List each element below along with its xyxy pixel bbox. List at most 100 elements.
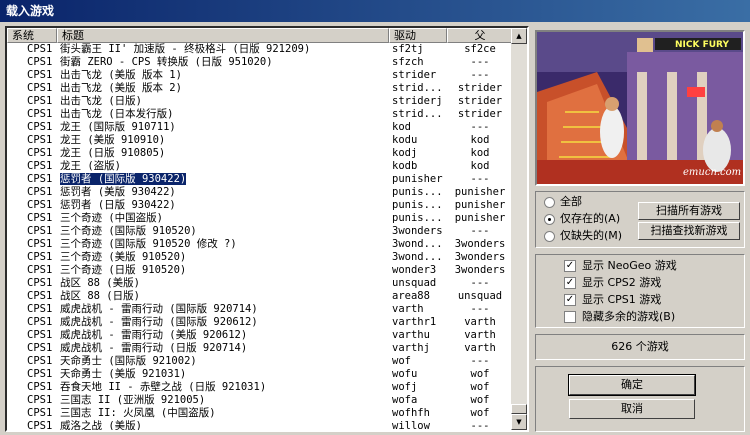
table-row[interactable]: CPS1 威虎战机 - 雷雨行动 (国际版 920714) varth --- <box>7 303 513 316</box>
cancel-button[interactable]: 取消 <box>569 399 695 419</box>
table-row[interactable]: CPS1 龙王 (国际版 910711) kod --- <box>7 121 513 134</box>
scan-all-button[interactable]: 扫描所有游戏 <box>638 202 740 220</box>
vertical-scrollbar[interactable]: ▲ ▼ <box>511 28 527 430</box>
table-row[interactable]: CPS1 战区 88 (美版) unsquad --- <box>7 277 513 290</box>
table-row[interactable]: CPS1 威虎战机 - 雷雨行动 (日版 920714) varthj varth <box>7 342 513 355</box>
table-row[interactable]: CPS1 天命勇士 (国际版 921002) wof --- <box>7 355 513 368</box>
column-header-parent[interactable]: 父 <box>447 28 513 43</box>
cell-parent-text: kod <box>470 160 490 172</box>
cell-system: CPS1 <box>7 407 57 420</box>
table-row[interactable]: CPS1 龙王 (美版 910910) kodu kod <box>7 134 513 147</box>
table-row[interactable]: CPS1 三国志 II (亚洲版 921005) wofa wof <box>7 394 513 407</box>
cell-parent: varth <box>447 316 513 329</box>
check-icon[interactable]: ✓ <box>564 294 576 306</box>
checkbox-cps1[interactable]: ✓ 显示 CPS1 游戏 <box>564 292 661 308</box>
checkbox-cps2[interactable]: ✓ 显示 CPS2 游戏 <box>564 275 661 291</box>
table-row[interactable]: CPS1 街霸 ZERO - CPS 转换版 (日版 951020) sfzch --… <box>7 56 513 69</box>
table-row[interactable]: CPS1 天命勇士 (美版 921031) wofu wof <box>7 368 513 381</box>
cell-driver-text: wofhfh <box>392 407 430 419</box>
table-row[interactable]: CPS1 威洛之战 (美版) willow --- <box>7 420 513 432</box>
cell-system: CPS1 <box>7 277 57 290</box>
table-row[interactable]: CPS1 出击飞龙 (美版 版本 2) strid... strider <box>7 82 513 95</box>
radio-all-icon[interactable] <box>544 196 555 208</box>
table-row[interactable]: CPS1 街头霸王 II' 加速版 - 终极格斗 (日版 921209) sf2tj… <box>7 43 513 56</box>
cell-driver-text: varthj <box>392 342 430 354</box>
table-row[interactable]: CPS1 三个奇迹 (中国盗版) punis... punisher <box>7 212 513 225</box>
cell-driver: kodu <box>389 134 447 147</box>
radio-existing-icon[interactable] <box>544 213 555 225</box>
cell-parent-text: wof <box>470 394 490 406</box>
radio-all[interactable]: 全部 <box>544 194 582 210</box>
cell-system-text: CPS1 <box>27 212 53 224</box>
check-icon[interactable]: ✓ <box>564 260 576 272</box>
cell-title-text: 出击飞龙 (日版) <box>60 95 142 107</box>
cell-parent-text: --- <box>470 420 490 432</box>
cell-title: 出击飞龙 (美版 版本 1) <box>57 69 389 82</box>
table-row[interactable]: CPS1 三个奇迹 (美版 910520) 3wond... 3wonders <box>7 251 513 264</box>
cell-driver: area88 <box>389 290 447 303</box>
table-row[interactable]: CPS1 出击飞龙 (日本发行版) strid... strider <box>7 108 513 121</box>
cell-driver-text: area88 <box>392 290 430 302</box>
cell-driver-text: kodu <box>392 134 418 146</box>
column-header-driver[interactable]: 驱动 <box>389 28 447 43</box>
table-row[interactable]: CPS1 惩罚者 (美版 930422) punis... punisher <box>7 186 513 199</box>
table-row[interactable]: CPS1 三个奇迹 (国际版 910520 修改 ?) 3wond... 3wonde… <box>7 238 513 251</box>
cell-parent-text: strider <box>457 108 503 120</box>
table-row[interactable]: CPS1 惩罚者 (日版 930422) punis... punisher <box>7 199 513 212</box>
table-row[interactable]: CPS1 威虎战机 - 雷雨行动 (国际版 920612) varthr1 varth <box>7 316 513 329</box>
scroll-up-arrow-icon[interactable]: ▲ <box>511 28 527 44</box>
checkbox-neogeo[interactable]: ✓ 显示 NeoGeo 游戏 <box>564 258 677 274</box>
game-list[interactable]: 系统 标题 驱动 父 CPS1 街头霸王 II' 加速版 - 终极格斗 (日版 9… <box>5 26 529 432</box>
column-header-title[interactable]: 标题 <box>57 28 389 43</box>
cell-parent: kod <box>447 134 513 147</box>
action-buttons-group: 确定 取消 <box>535 366 745 432</box>
cell-title-text: 出击飞龙 (美版 版本 1) <box>60 69 182 81</box>
window-titlebar[interactable]: 载入游戏 <box>0 0 750 22</box>
ok-button[interactable]: 确定 <box>568 374 696 396</box>
radio-existing[interactable]: 仅存在的(A) <box>544 211 620 227</box>
table-row[interactable]: CPS1 吞食天地 II - 赤壁之战 (日版 921031) wofj wof <box>7 381 513 394</box>
radio-missing[interactable]: 仅缺失的(M) <box>544 228 622 244</box>
cell-system: CPS1 <box>7 95 57 108</box>
table-row[interactable]: CPS1 三个奇迹 (国际版 910520) 3wonders --- <box>7 225 513 238</box>
scan-new-button[interactable]: 扫描查找新游戏 <box>638 222 740 240</box>
checkbox-hide-clones[interactable]: 隐藏多余的游戏(B) <box>564 309 675 325</box>
table-row[interactable]: CPS1 龙王 (盗版) kodb kod <box>7 160 513 173</box>
table-row[interactable]: CPS1 威虎战机 - 雷雨行动 (美版 920612) varthu varth <box>7 329 513 342</box>
cell-system-text: CPS1 <box>27 121 53 133</box>
scroll-thumb[interactable] <box>511 404 527 414</box>
cell-system: CPS1 <box>7 147 57 160</box>
cell-driver-text: wofu <box>392 368 418 380</box>
table-row[interactable]: CPS1 惩罚者 (国际版 930422) punisher --- <box>7 173 513 186</box>
check-icon[interactable]: ✓ <box>564 277 576 289</box>
cell-parent: kod <box>447 147 513 160</box>
table-row[interactable]: CPS1 龙王 (日版 910805) kodj kod <box>7 147 513 160</box>
table-row[interactable]: CPS1 出击飞龙 (日版) striderj strider <box>7 95 513 108</box>
check-icon[interactable] <box>564 311 576 323</box>
radio-missing-icon[interactable] <box>544 230 555 242</box>
table-row[interactable]: CPS1 出击飞龙 (美版 版本 1) strider --- <box>7 69 513 82</box>
table-row[interactable]: CPS1 三国志 II: 火凤凰 (中国盗版) wofhfh wof <box>7 407 513 420</box>
cell-title-text: 威虎战机 - 雷雨行动 (国际版 920612) <box>60 316 258 328</box>
preview-watermark: emucn.com <box>683 167 742 178</box>
cell-title: 三个奇迹 (美版 910520) <box>57 251 389 264</box>
cell-system: CPS1 <box>7 290 57 303</box>
cell-title: 天命勇士 (美版 921031) <box>57 368 389 381</box>
cell-driver: 3wonders <box>389 225 447 238</box>
cell-driver: kodb <box>389 160 447 173</box>
scroll-down-arrow-icon[interactable]: ▼ <box>511 414 527 430</box>
cell-system-text: CPS1 <box>27 238 53 250</box>
cell-system-text: CPS1 <box>27 134 53 146</box>
table-row[interactable]: CPS1 战区 88 (日版) area88 unsquad <box>7 290 513 303</box>
game-count-box: 626 个游戏 <box>535 334 745 360</box>
cell-driver: 3wond... <box>389 238 447 251</box>
radio-missing-label: 仅缺失的(M) <box>560 229 623 242</box>
cell-title: 龙王 (盗版) <box>57 160 389 173</box>
cell-parent: --- <box>447 277 513 290</box>
table-row[interactable]: CPS1 三个奇迹 (日版 910520) wonder3 3wonders <box>7 264 513 277</box>
cell-system: CPS1 <box>7 186 57 199</box>
cell-parent-text: kod <box>470 134 490 146</box>
cell-system-text: CPS1 <box>27 329 53 341</box>
column-header-system[interactable]: 系统 <box>7 28 57 43</box>
cell-title-text: 威虎战机 - 雷雨行动 (美版 920612) <box>60 329 248 341</box>
